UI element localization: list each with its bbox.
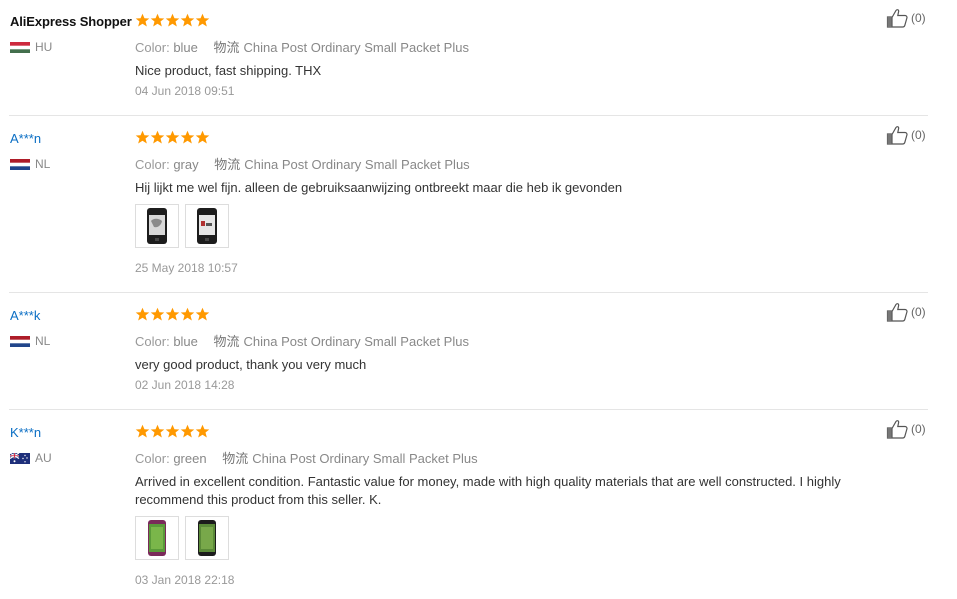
star-icon — [150, 307, 165, 321]
star-icon — [135, 130, 150, 144]
star-icon — [150, 130, 165, 144]
shipping-value: China Post Ordinary Small Packet Plus — [244, 157, 470, 172]
product-photo-image — [197, 208, 217, 244]
reviewer-country: NL — [10, 334, 50, 348]
color-value: blue — [173, 40, 198, 55]
reviewer-country: AU — [10, 451, 52, 465]
helpful-button[interactable]: (0) — [886, 125, 926, 145]
product-photo-image — [147, 208, 167, 244]
star-icon — [180, 13, 195, 27]
review-date: 03 Jan 2018 22:18 — [135, 573, 235, 587]
review-photo-thumbnail[interactable] — [185, 516, 229, 560]
thumbs-up-icon — [886, 126, 908, 145]
star-icon — [195, 424, 210, 438]
color-label: Color: — [135, 157, 170, 172]
shipping-value: China Post Ordinary Small Packet Plus — [243, 40, 469, 55]
helpful-count: (0) — [911, 128, 926, 142]
netherlands-flag-icon — [10, 335, 30, 347]
hungary-flag-icon — [10, 41, 30, 53]
review-photo-thumbnail[interactable] — [135, 516, 179, 560]
shipping-label: 物流 — [214, 157, 241, 172]
color-label: Color: — [135, 451, 170, 466]
color-label: Color: — [135, 334, 170, 349]
star-rating — [135, 130, 210, 147]
country-code: NL — [35, 157, 51, 171]
star-rating — [135, 13, 210, 30]
star-rating — [135, 424, 210, 441]
color-value: blue — [173, 334, 198, 349]
review-text: Hij lijkt me wel fijn. alleen de gebruik… — [135, 180, 623, 195]
review-photos — [135, 204, 229, 248]
reviewer-country: NL — [10, 157, 50, 171]
helpful-button[interactable]: (0) — [886, 419, 926, 439]
review-text: very good product, thank you very much — [135, 357, 367, 372]
shipping-label: 物流 — [222, 451, 249, 466]
divider — [9, 292, 928, 293]
star-icon — [165, 424, 180, 438]
review-meta: Color: blue 物流 China Post Ordinary Small … — [135, 37, 469, 56]
star-icon — [180, 130, 195, 144]
helpful-count: (0) — [911, 305, 926, 319]
star-icon — [195, 130, 210, 144]
helpful-count: (0) — [911, 11, 926, 25]
thumbs-up-icon — [886, 303, 908, 322]
color-value: green — [173, 451, 207, 466]
color-value: gray — [173, 157, 199, 172]
product-photo-image — [198, 520, 216, 556]
star-icon — [165, 130, 180, 144]
review-date: 02 Jun 2018 14:28 — [135, 378, 235, 392]
star-icon — [135, 307, 150, 321]
reviewer-name[interactable]: A***k — [10, 308, 40, 324]
star-icon — [165, 307, 180, 321]
review-text: Nice product, fast shipping. THX — [135, 63, 322, 78]
star-icon — [135, 424, 150, 438]
review-photo-thumbnail[interactable] — [185, 204, 229, 248]
divider — [9, 115, 928, 116]
review-meta: Color: blue 物流 China Post Ordinary Small … — [135, 331, 469, 350]
helpful-count: (0) — [911, 422, 926, 436]
review-meta: Color: gray 物流 China Post Ordinary Small … — [135, 154, 470, 173]
star-icon — [195, 13, 210, 27]
divider — [9, 409, 928, 410]
reviewer-name[interactable]: A***n — [10, 131, 41, 147]
country-code: NL — [35, 334, 51, 348]
review-date: 04 Jun 2018 09:51 — [135, 84, 235, 98]
product-photo-image — [148, 520, 166, 556]
star-icon — [180, 424, 195, 438]
star-rating — [135, 307, 210, 324]
reviewer-country: HU — [10, 40, 52, 54]
star-icon — [150, 13, 165, 27]
star-icon — [150, 424, 165, 438]
star-icon — [180, 307, 195, 321]
color-label: Color: — [135, 40, 170, 55]
helpful-button[interactable]: (0) — [886, 8, 926, 28]
star-icon — [165, 13, 180, 27]
country-code: HU — [35, 40, 53, 54]
helpful-button[interactable]: (0) — [886, 302, 926, 322]
shipping-label: 物流 — [213, 40, 240, 55]
shipping-value: China Post Ordinary Small Packet Plus — [243, 334, 469, 349]
review-photos — [135, 516, 229, 560]
reviewer-name[interactable]: K***n — [10, 425, 41, 441]
netherlands-flag-icon — [10, 158, 30, 170]
shipping-value: China Post Ordinary Small Packet Plus — [252, 451, 478, 466]
review-meta: Color: green 物流 China Post Ordinary Small… — [135, 448, 478, 467]
thumbs-up-icon — [886, 9, 908, 28]
reviewer-name[interactable]: AliExpress Shopper — [10, 14, 132, 30]
country-code: AU — [35, 451, 52, 465]
review-text: Arrived in excellent condition. Fantasti… — [135, 474, 841, 507]
review-date: 25 May 2018 10:57 — [135, 261, 238, 275]
review-photo-thumbnail[interactable] — [135, 204, 179, 248]
shipping-label: 物流 — [213, 334, 240, 349]
australia-flag-icon — [10, 452, 30, 464]
star-icon — [135, 13, 150, 27]
star-icon — [195, 307, 210, 321]
thumbs-up-icon — [886, 420, 908, 439]
